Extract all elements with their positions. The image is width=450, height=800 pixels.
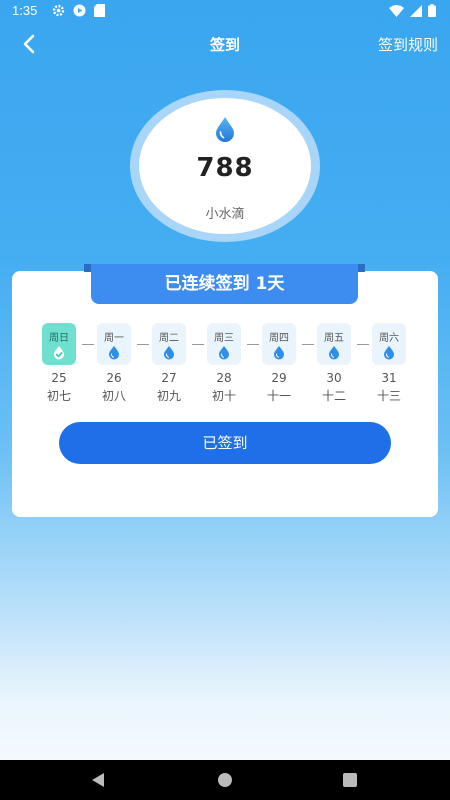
day-date: 27 [161, 371, 177, 385]
water-drop-icon [109, 346, 119, 360]
water-drop-icon [384, 346, 394, 360]
water-drop-icon [219, 346, 229, 360]
day-lunar: 初十 [211, 389, 236, 403]
nav-back-icon[interactable] [90, 772, 106, 788]
battery-icon [428, 4, 436, 17]
day-box: 周二 [152, 323, 186, 365]
day-box: 周三 [207, 323, 241, 365]
check-icon [54, 346, 64, 360]
day-weekday: 周三 [214, 333, 234, 344]
nav-home-icon[interactable] [218, 773, 232, 787]
water-drop-icon [274, 346, 284, 360]
day-box: 周一 [97, 323, 131, 365]
day-weekday: 周五 [324, 333, 344, 344]
points-value: 788 [196, 153, 254, 183]
system-nav-bar [0, 760, 450, 800]
header-bar: 签到 签到规则 [0, 22, 450, 64]
day-item-sunday[interactable]: 周日 25 初七 [40, 323, 78, 404]
day-lunar: 初九 [156, 389, 181, 403]
day-separator [302, 344, 314, 345]
day-lunar: 初八 [101, 389, 126, 403]
day-box: 周日 [42, 323, 76, 365]
status-time: 1:35 [12, 3, 38, 18]
signal-icon [410, 4, 422, 17]
day-lunar: 十一 [266, 389, 291, 403]
day-box: 周五 [317, 323, 351, 365]
day-weekday: 周四 [269, 333, 289, 344]
day-item-friday[interactable]: 周五 30 十二 [315, 323, 353, 404]
day-item-monday[interactable]: 周一 26 初八 [95, 323, 133, 404]
day-lunar: 十二 [321, 389, 346, 403]
day-weekday: 周二 [159, 333, 179, 344]
day-item-saturday[interactable]: 周六 31 十三 [370, 323, 408, 404]
day-item-thursday[interactable]: 周四 29 十一 [260, 323, 298, 404]
signed-in-button[interactable]: 已签到 [59, 422, 391, 464]
signin-rules-link[interactable]: 签到规则 [378, 34, 438, 55]
ribbon-fold-right [358, 264, 365, 272]
streak-banner: 已连续签到 1天 [91, 264, 358, 304]
day-separator [357, 344, 369, 345]
day-separator [82, 344, 94, 345]
day-weekday: 周日 [49, 333, 69, 344]
day-box: 周六 [372, 323, 406, 365]
sd-card-icon [94, 4, 105, 17]
day-separator [247, 344, 259, 345]
day-box: 周四 [262, 323, 296, 365]
day-item-tuesday[interactable]: 周二 27 初九 [150, 323, 188, 404]
day-date: 26 [106, 371, 122, 385]
day-date: 29 [271, 371, 287, 385]
week-days-row: 周日 25 初七 周一 26 初八 周二 27 初九 周三 28 初十 周四 2… [40, 323, 410, 403]
day-separator [137, 344, 149, 345]
ribbon-fold-left [84, 264, 91, 272]
points-label: 小水滴 [205, 207, 245, 222]
day-item-wednesday[interactable]: 周三 28 初十 [205, 323, 243, 404]
water-drop-icon [216, 117, 234, 142]
day-weekday: 周一 [104, 333, 124, 344]
water-drop-icon [329, 346, 339, 360]
day-lunar: 初七 [46, 389, 71, 403]
status-bar: 1:35 [0, 0, 450, 22]
day-date: 28 [216, 371, 232, 385]
water-drop-icon [164, 346, 174, 360]
day-date: 30 [326, 371, 342, 385]
play-icon [73, 4, 86, 17]
wifi-icon [389, 4, 404, 17]
day-date: 25 [51, 371, 67, 385]
nav-recents-icon[interactable] [343, 773, 357, 787]
gear-icon [52, 4, 65, 17]
day-date: 31 [381, 371, 397, 385]
day-weekday: 周六 [379, 333, 399, 344]
day-lunar: 十三 [376, 389, 401, 403]
day-separator [192, 344, 204, 345]
